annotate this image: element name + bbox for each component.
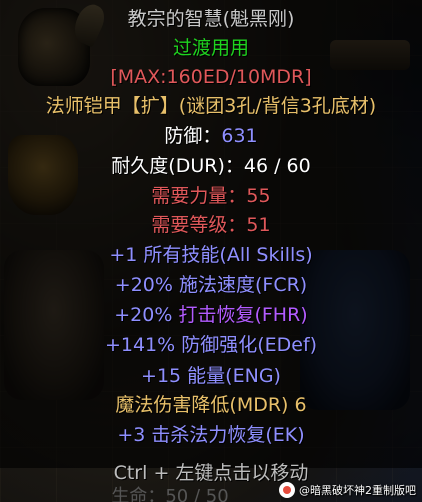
- game-screen: 教宗的智慧(魁黑刚) 过渡用用 [MAX:160ED/10MDR] 法师铠甲【扩…: [0, 0, 422, 502]
- fhr-amount: +20%: [114, 304, 179, 326]
- weibo-logo-icon: [279, 482, 295, 498]
- item-name: 教宗的智慧(魁黑刚): [127, 8, 295, 30]
- defense-text: 防御：631: [164, 125, 257, 147]
- defense-stat: 防御：631: [0, 124, 422, 148]
- defense-value: 631: [221, 125, 258, 147]
- defense-label: 防御：: [164, 125, 222, 147]
- strength-requirement: 需要力量：55: [151, 185, 271, 207]
- mod-fhr-text: +20% 打击恢复(FHR): [114, 304, 307, 326]
- mod-energy: +15 能量(ENG): [141, 365, 281, 387]
- mod-edef: +141% 防御强化(EDef): [104, 334, 318, 356]
- watermark-text: @暗黑破坏神2重制版吧: [299, 484, 416, 497]
- watermark: @暗黑破坏神2重制版吧: [279, 482, 416, 498]
- base-type: 法师铠甲【扩】(谜团3孔/背信3孔底材): [45, 95, 377, 117]
- mod-fcr: +20% 施法速度(FCR): [114, 274, 308, 296]
- mod-all-skills: +1 所有技能(All Skills): [109, 244, 313, 266]
- durability-stat: 耐久度(DUR)：46 / 60: [111, 155, 311, 177]
- fhr-label: 打击恢复(FHR): [178, 304, 308, 326]
- level-requirement: 需要等级：51: [151, 214, 271, 236]
- maxed-label: [MAX:160ED/10MDR]: [110, 66, 312, 88]
- mod-ek: +3 击杀法力恢复(EK): [117, 424, 305, 446]
- set-label: 过渡用用: [172, 37, 249, 59]
- item-tooltip: 教宗的智慧(魁黑刚) 过渡用用 [MAX:160ED/10MDR] 法师铠甲【扩…: [0, 0, 422, 468]
- mod-fhr: +20% 打击恢复(FHR): [0, 303, 422, 327]
- mod-mdr: 魔法伤害降低(MDR) 6: [115, 394, 307, 416]
